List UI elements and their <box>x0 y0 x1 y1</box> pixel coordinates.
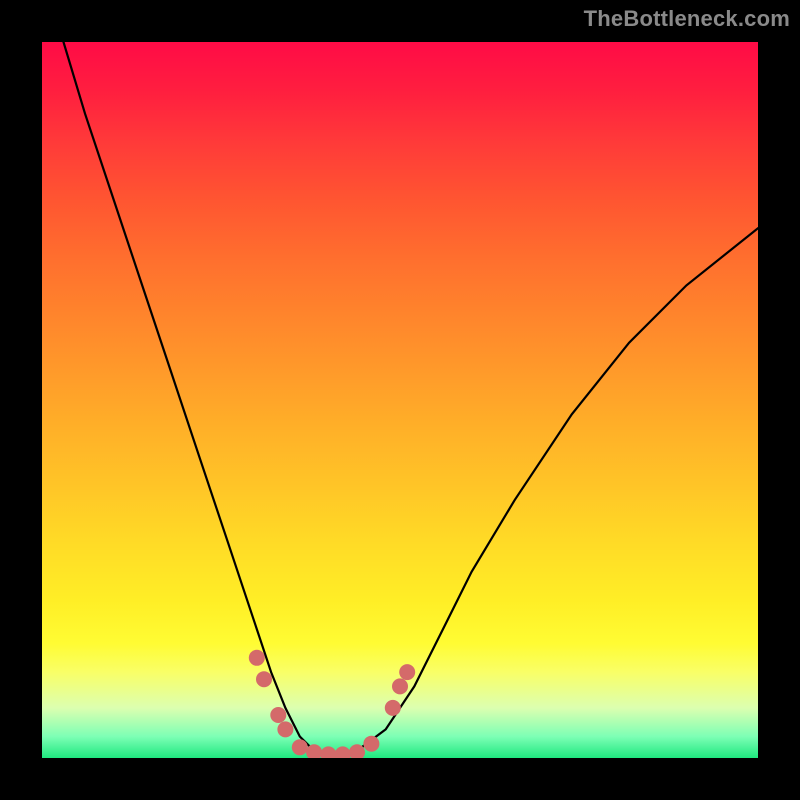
highlight-dot <box>292 739 308 755</box>
bottleneck-curve <box>64 42 759 758</box>
highlight-dot <box>256 671 272 687</box>
marker-group <box>249 650 415 758</box>
chart-stage: TheBottleneck.com <box>0 0 800 800</box>
highlight-dot <box>320 746 336 758</box>
highlight-dot <box>277 721 293 737</box>
highlight-dot <box>335 746 351 758</box>
highlight-dot <box>399 664 415 680</box>
highlight-dot <box>392 678 408 694</box>
plot-area <box>42 42 758 758</box>
curve-layer <box>42 42 758 758</box>
highlight-dot <box>249 650 265 666</box>
highlight-dot <box>385 700 401 716</box>
watermark-text: TheBottleneck.com <box>584 6 790 32</box>
highlight-dot <box>270 707 286 723</box>
highlight-dot <box>363 736 379 752</box>
